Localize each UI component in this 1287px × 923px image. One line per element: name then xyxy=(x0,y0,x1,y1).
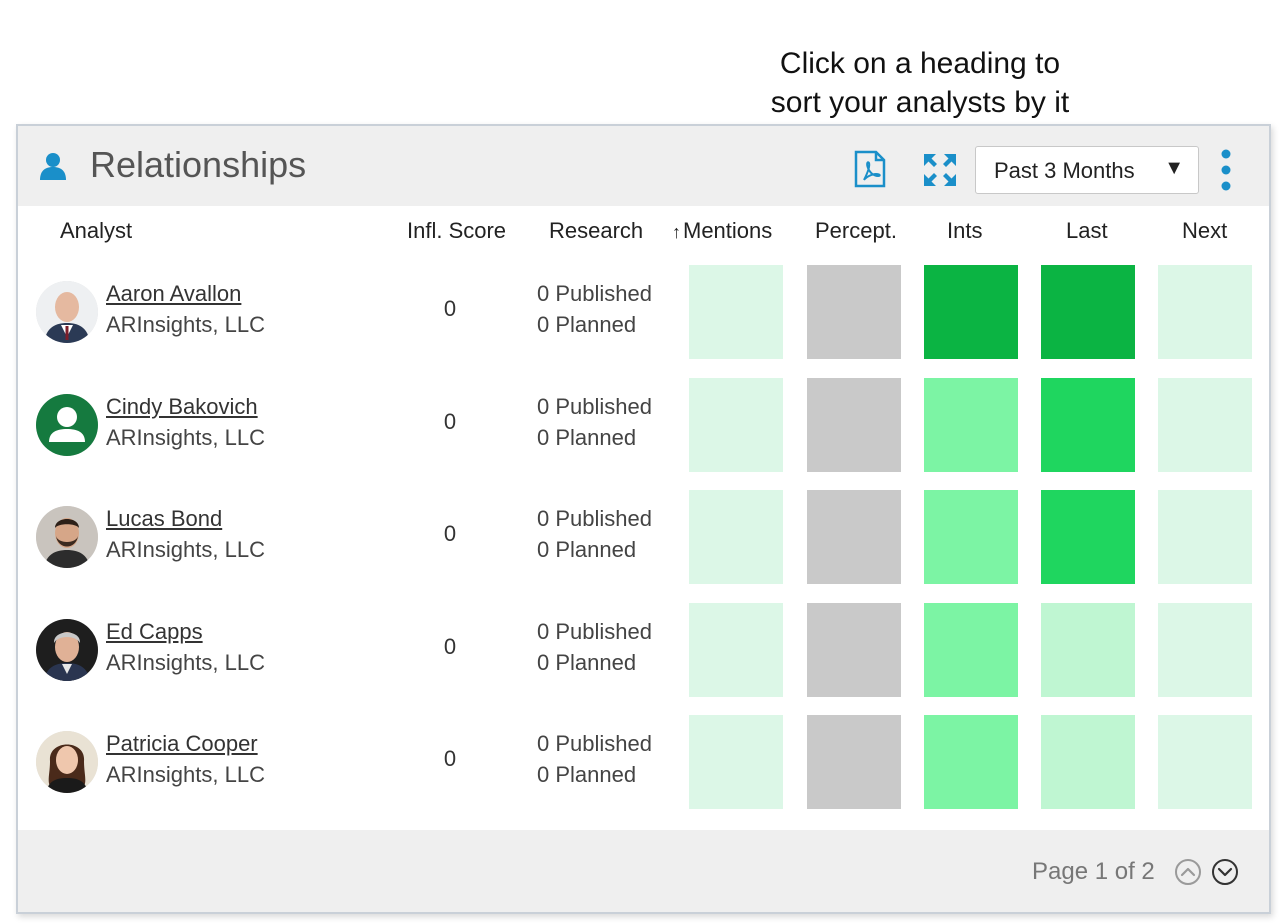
last-cell xyxy=(1041,265,1135,359)
chevron-down-icon[interactable] xyxy=(1211,858,1239,886)
period-select[interactable]: Past 3 Months ▼ xyxy=(975,146,1199,194)
analyst-company: ARInsights, LLC xyxy=(106,762,265,787)
period-select-value: Past 3 Months xyxy=(994,158,1135,183)
mentions-cell xyxy=(689,378,783,472)
next-cell xyxy=(1158,603,1252,697)
instruction-callout: Click on a heading to sort your analysts… xyxy=(740,44,1100,122)
panel-header: Relationships Past 3 Months ▼ xyxy=(18,126,1269,206)
relationships-panel: Relationships Past 3 Months ▼ Analyst In… xyxy=(16,124,1271,914)
research-planned: 0 Planned xyxy=(537,312,637,337)
panel-footer: Page 1 of 2 xyxy=(18,830,1269,912)
table-row: Aaron Avallon ARInsights, LLC 0 0 Publis… xyxy=(18,265,1269,377)
next-cell xyxy=(1158,490,1252,584)
avatar xyxy=(36,394,98,456)
column-header-infl-score[interactable]: Infl. Score xyxy=(407,218,506,244)
mentions-cell xyxy=(689,603,783,697)
ints-cell xyxy=(924,265,1018,359)
analyst-name-link[interactable]: Cindy Bakovich xyxy=(106,394,258,420)
last-cell xyxy=(1041,715,1135,809)
last-cell xyxy=(1041,603,1135,697)
research-published: 0 Published xyxy=(537,506,652,531)
table-row: Cindy Bakovich ARInsights, LLC 0 0 Publi… xyxy=(18,378,1269,490)
column-header-last[interactable]: Last xyxy=(1066,218,1108,244)
expand-icon[interactable] xyxy=(922,152,958,188)
analyst-company: ARInsights, LLC xyxy=(106,425,265,450)
column-header-mentions[interactable]: ↑Mentions xyxy=(672,218,772,244)
column-header-ints[interactable]: Ints xyxy=(947,218,982,244)
next-cell xyxy=(1158,715,1252,809)
research-planned: 0 Planned xyxy=(537,762,637,787)
analyst-company: ARInsights, LLC xyxy=(106,537,265,562)
avatar xyxy=(36,281,98,343)
mentions-cell xyxy=(689,715,783,809)
research-published: 0 Published xyxy=(537,619,652,644)
callout-line-1: Click on a heading to xyxy=(779,47,1061,80)
analyst-company: ARInsights, LLC xyxy=(106,312,265,337)
analyst-name-link[interactable]: Ed Capps xyxy=(106,619,203,645)
research-published: 0 Published xyxy=(537,281,652,306)
callout-line-2: sort your analysts by it xyxy=(770,86,1070,119)
chevron-down-icon: ▼ xyxy=(1164,157,1184,179)
mentions-cell xyxy=(689,265,783,359)
next-cell xyxy=(1158,265,1252,359)
research-published: 0 Published xyxy=(537,394,652,419)
last-cell xyxy=(1041,378,1135,472)
avatar xyxy=(36,506,98,568)
chevron-up-icon[interactable] xyxy=(1174,858,1202,886)
percept-cell xyxy=(807,715,901,809)
last-cell xyxy=(1041,490,1135,584)
column-header-analyst[interactable]: Analyst xyxy=(60,218,132,244)
infl-score-value: 0 xyxy=(443,746,457,771)
infl-score-value: 0 xyxy=(443,296,457,321)
column-header-next[interactable]: Next xyxy=(1182,218,1227,244)
avatar xyxy=(36,619,98,681)
avatar xyxy=(36,731,98,793)
percept-cell xyxy=(807,265,901,359)
more-options-icon[interactable] xyxy=(1218,148,1234,192)
table-row: Lucas Bond ARInsights, LLC 0 0 Published… xyxy=(18,490,1269,602)
research-planned: 0 Planned xyxy=(537,537,637,562)
percept-cell xyxy=(807,378,901,472)
next-cell xyxy=(1158,378,1252,472)
user-icon xyxy=(40,153,66,180)
pdf-export-icon[interactable] xyxy=(854,150,886,188)
research-planned: 0 Planned xyxy=(537,425,637,450)
column-header-mentions-label: Mentions xyxy=(683,218,773,243)
percept-cell xyxy=(807,603,901,697)
ints-cell xyxy=(924,490,1018,584)
analyst-name-link[interactable]: Patricia Cooper xyxy=(106,731,258,757)
mentions-cell xyxy=(689,490,783,584)
infl-score-value: 0 xyxy=(443,634,457,659)
panel-title: Relationships xyxy=(90,144,307,185)
infl-score-value: 0 xyxy=(443,521,457,546)
analyst-name-link[interactable]: Aaron Avallon xyxy=(106,281,241,307)
research-published: 0 Published xyxy=(537,731,652,756)
table-row: Patricia Cooper ARInsights, LLC 0 0 Publ… xyxy=(18,715,1269,827)
sort-ascending-icon: ↑ xyxy=(672,222,681,242)
table-row: Ed Capps ARInsights, LLC 0 0 Published 0… xyxy=(18,603,1269,715)
percept-cell xyxy=(807,490,901,584)
ints-cell xyxy=(924,603,1018,697)
column-header-percept[interactable]: Percept. xyxy=(815,218,897,244)
infl-score-value: 0 xyxy=(443,409,457,434)
ints-cell xyxy=(924,715,1018,809)
column-header-research[interactable]: Research xyxy=(549,218,643,244)
page-indicator: Page 1 of 2 xyxy=(1032,858,1155,885)
research-planned: 0 Planned xyxy=(537,650,637,675)
ints-cell xyxy=(924,378,1018,472)
analyst-name-link[interactable]: Lucas Bond xyxy=(106,506,222,532)
analyst-company: ARInsights, LLC xyxy=(106,650,265,675)
